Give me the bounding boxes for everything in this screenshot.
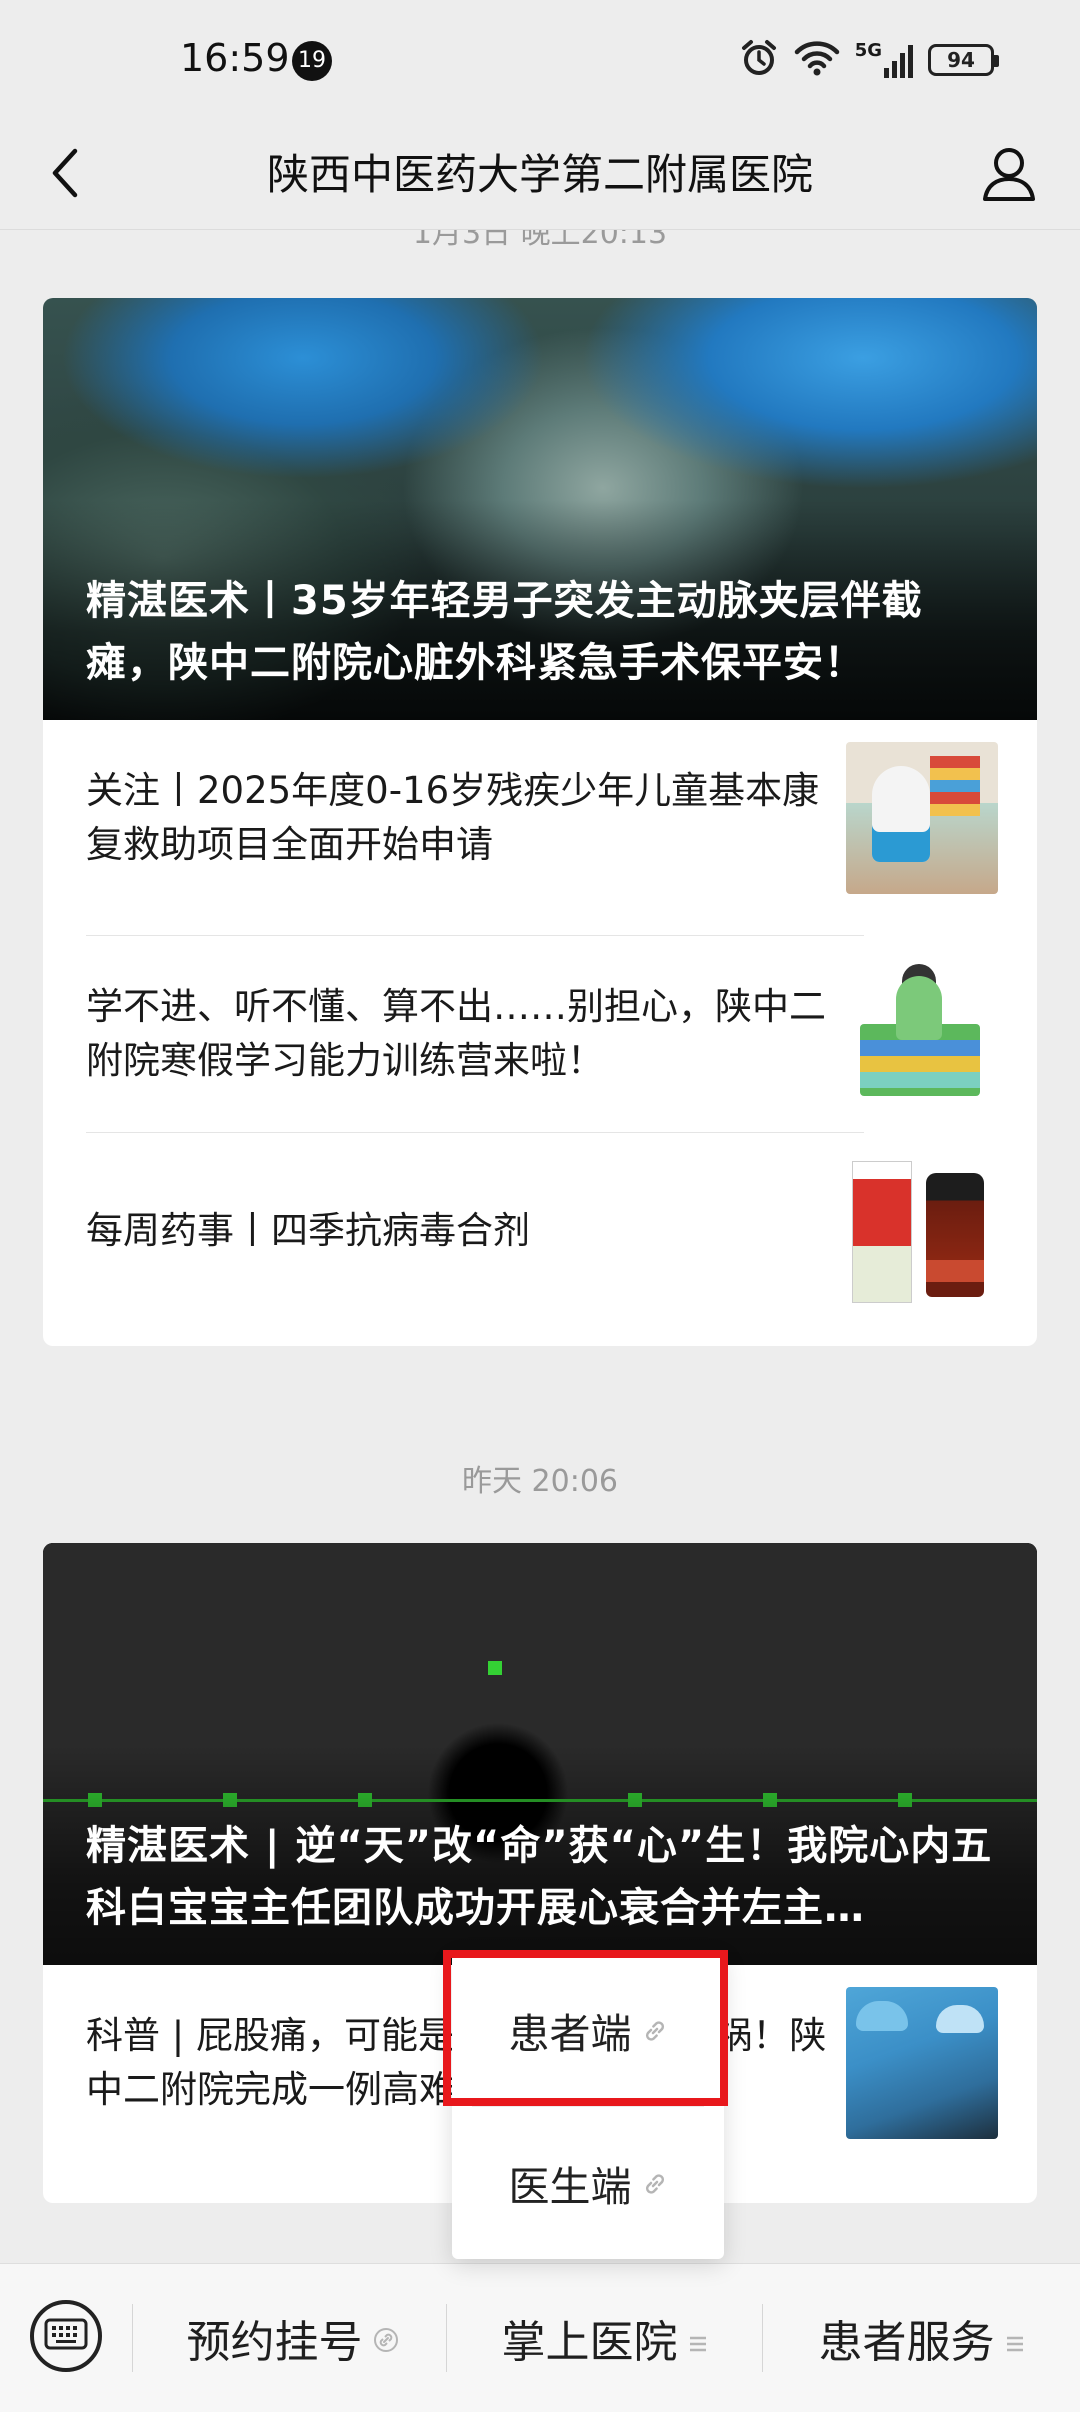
cellular-signal-icon: 5G (855, 42, 914, 78)
ultrasound-marker (488, 1661, 502, 1675)
person-icon (979, 143, 1039, 207)
bottom-menu-bar: 预约挂号 掌上医院 患者服务 (0, 2263, 1080, 2412)
battery-icon: 94 (928, 44, 999, 76)
article-thumbnail (846, 958, 998, 1110)
article-card: 精湛医术丨35岁年轻男子突发主动脉夹层伴截瘫，陕中二附院心脏外科紧急手术保平安！… (43, 298, 1037, 1346)
status-icons: 5G 94 (739, 38, 999, 82)
link-icon (642, 2159, 668, 2207)
link-icon (373, 2313, 399, 2364)
network-type-label: 5G (854, 40, 882, 61)
hero-article[interactable]: 精湛医术 | 逆“天”改“命”获“心”生！我院心内五科白宝宝主任团队成功开展心衰… (43, 1543, 1037, 1965)
notification-count-badge: 19 (292, 41, 332, 81)
menu-button-label: 掌上医院 (501, 2317, 678, 2368)
menu-item-label: 患者端 (508, 2009, 632, 2058)
article-thumbnail (846, 742, 998, 894)
divider (132, 2304, 133, 2372)
wifi-icon (793, 38, 841, 82)
menu-icon (688, 2313, 708, 2364)
menu-button-label: 预约挂号 (186, 2317, 363, 2368)
page-title: 陕西中医药大学第二附属医院 (266, 150, 813, 199)
menu-item-patient[interactable]: 患者端 (452, 1953, 724, 2106)
nav-bar: 陕西中医药大学第二附属医院 (0, 120, 1080, 230)
status-bar: 16:59 19 5G 94 (0, 0, 1080, 120)
hero-article-title: 精湛医术 | 逆“天”改“命”获“心”生！我院心内五科白宝宝主任团队成功开展心衰… (86, 1823, 993, 1931)
menu-item-label: 医生端 (508, 2162, 632, 2211)
profile-button[interactable] (972, 138, 1046, 212)
status-time: 16:59 (180, 36, 290, 80)
submenu-popup: 患者端 医生端 (452, 1953, 724, 2259)
menu-item-doctor[interactable]: 医生端 (452, 2106, 724, 2259)
article-thumbnail (846, 1987, 998, 2139)
list-item-title: 学不进、听不懂、算不出……别担心，陕中二附院寒假学习能力训练营来啦！ (86, 985, 826, 1082)
hero-article[interactable]: 精湛医术丨35岁年轻男子突发主动脉夹层伴截瘫，陕中二附院心脏外科紧急手术保平安！ (43, 298, 1037, 720)
menu-button-patient-services[interactable]: 患者服务 (763, 2288, 1080, 2388)
message-timestamp: 昨天 20:06 (462, 1464, 618, 1499)
link-icon (642, 2006, 668, 2054)
list-item[interactable]: 每周药事丨四季抗病毒合剂 (86, 1133, 998, 1329)
alarm-icon (739, 38, 779, 82)
list-item-title: 每周药事丨四季抗病毒合剂 (86, 1209, 530, 1252)
article-thumbnail (846, 1155, 998, 1307)
hero-article-title: 精湛医术丨35岁年轻男子突发主动脉夹层伴截瘫，陕中二附院心脏外科紧急手术保平安！ (86, 578, 923, 686)
menu-button-label: 患者服务 (818, 2317, 995, 2368)
list-item[interactable]: 关注丨2025年度0-16岁残疾少年儿童基本康复救助项目全面开始申请 (86, 720, 998, 916)
menu-button-appointment[interactable]: 预约挂号 (140, 2288, 445, 2388)
list-item[interactable]: 学不进、听不懂、算不出……别担心，陕中二附院寒假学习能力训练营来啦！ (86, 936, 998, 1132)
keyboard-toggle-button[interactable] (30, 2300, 102, 2372)
menu-icon (1005, 2313, 1025, 2364)
menu-button-mobile-hospital[interactable]: 掌上医院 (447, 2288, 762, 2388)
keyboard-icon (44, 2318, 88, 2354)
list-item-title: 关注丨2025年度0-16岁残疾少年儿童基本康复救助项目全面开始申请 (86, 769, 820, 866)
